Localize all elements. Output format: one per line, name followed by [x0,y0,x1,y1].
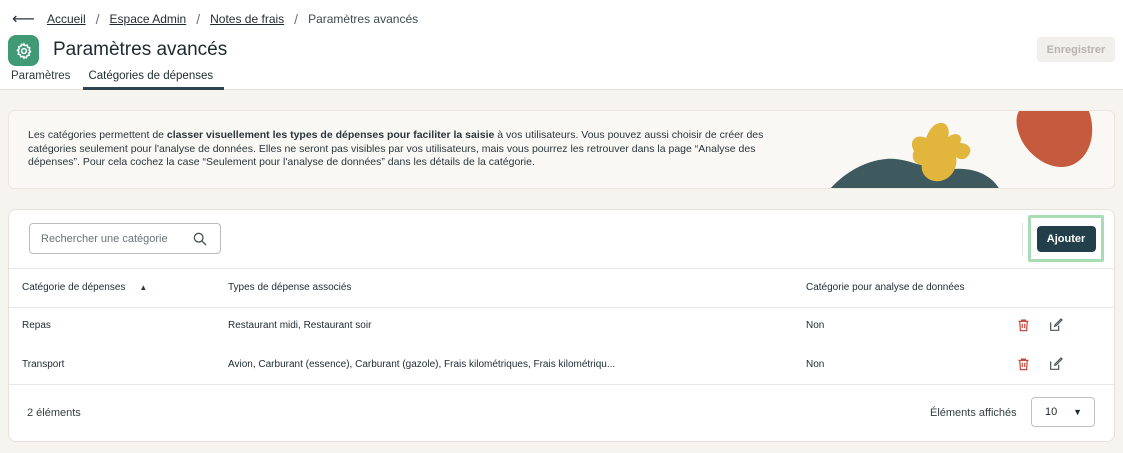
column-header-analysis: Catégorie pour analyse de données [806,282,965,293]
info-text-bold: classer visuellement les types de dépens… [166,129,495,141]
search-field[interactable] [29,223,221,254]
page-title: Paramètres avancés [53,39,228,60]
cell-types: Restaurant midi, Restaurant soir [228,320,372,331]
decorative-illustration [830,111,1093,188]
page-size-value: 10 [1045,406,1058,418]
gear-icon [8,35,39,66]
tab-parametres[interactable]: Paramètres [0,67,81,90]
column-header-category[interactable]: Catégorie de dépenses ▲ [22,282,147,293]
cell-category: Repas [22,320,51,331]
back-arrow-icon[interactable]: ⟵ [12,9,35,29]
sort-ascending-icon[interactable]: ▲ [139,283,147,292]
toolbar-divider [1022,223,1023,255]
trash-icon[interactable] [1016,317,1032,333]
breadcrumb-separator: / [196,11,201,27]
info-text-part1: Les catégories permettent de [28,129,167,141]
search-input[interactable] [41,232,191,245]
trash-icon[interactable] [1016,356,1032,372]
breadcrumb-notes-de-frais[interactable]: Notes de frais [210,12,284,26]
cell-category: Transport [22,359,65,370]
item-count: 2 éléments [27,407,81,419]
breadcrumb: ⟵ Accueil / Espace Admin / Notes de frai… [12,10,418,28]
tab-bar: Paramètres Catégories de dépenses [0,67,225,90]
edit-icon[interactable] [1048,317,1064,333]
breadcrumb-separator: / [294,11,299,27]
save-button[interactable]: Enregistrer [1037,37,1115,62]
table-header: Catégorie de dépenses ▲ Types de dépense … [9,268,1114,308]
categories-table-card: Ajouter Catégorie de dépenses ▲ Types de … [8,209,1115,442]
edit-icon[interactable] [1048,356,1064,372]
info-text: Les catégories permettent de classer vis… [28,129,768,170]
cell-analysis: Non [806,320,825,331]
search-icon[interactable] [192,231,208,252]
cell-analysis: Non [806,359,825,370]
deco-slate-shape [830,158,999,188]
cell-types: Avion, Carburant (essence), Carburant (g… [228,359,616,370]
add-button-highlight: Ajouter [1028,215,1104,262]
top-header: ⟵ Accueil / Espace Admin / Notes de frai… [0,0,1123,90]
breadcrumb-current: Paramètres avancés [308,12,419,26]
column-header-types: Types de dépense associés [228,282,352,293]
column-header-category-label: Catégorie de dépenses [22,282,126,293]
caret-down-icon: ▼ [1073,407,1082,417]
breadcrumb-espace-admin[interactable]: Espace Admin [110,12,187,26]
page-size-label: Éléments affichés [930,407,1017,419]
deco-red-shape [1016,111,1093,168]
add-button[interactable]: Ajouter [1036,225,1096,252]
table-bottom-divider [9,384,1114,385]
table-row[interactable]: Repas Restaurant midi, Restaurant soir N… [9,307,1114,346]
info-banner: Les catégories permettent de classer vis… [8,110,1115,189]
breadcrumb-accueil[interactable]: Accueil [47,12,86,26]
breadcrumb-separator: / [95,11,100,27]
table-row[interactable]: Transport Avion, Carburant (essence), Ca… [9,346,1114,385]
page-size-select[interactable]: 10 ▼ [1031,397,1095,427]
tab-categories-de-depenses[interactable]: Catégories de dépenses [83,67,225,90]
